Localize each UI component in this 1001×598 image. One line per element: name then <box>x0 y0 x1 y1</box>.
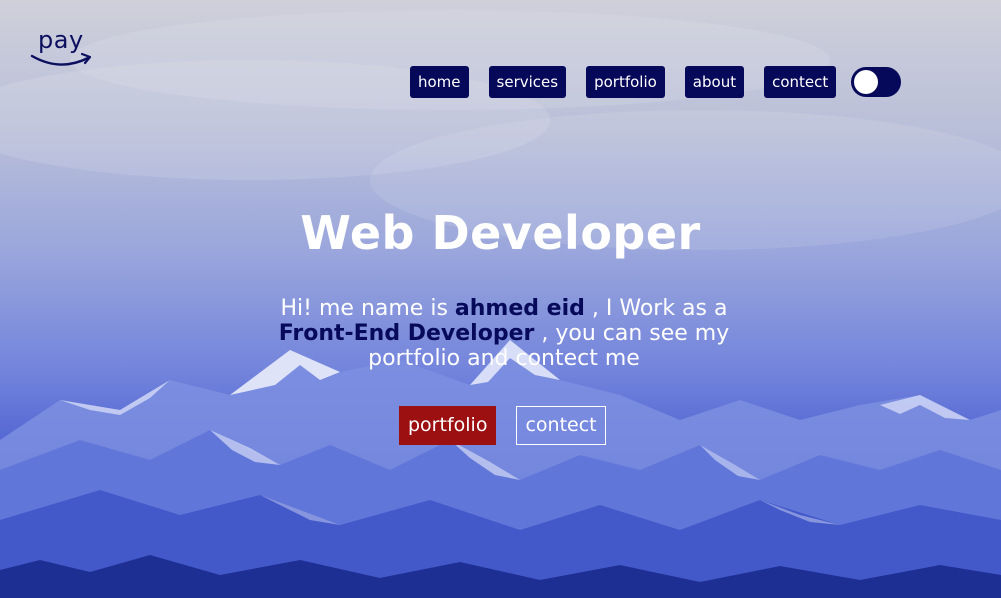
intro-role: Front-End Developer <box>278 321 535 346</box>
main-nav: home services portfolio about contect <box>410 66 902 98</box>
hero-section: pay home services portfolio about contec… <box>0 0 1001 598</box>
nav-item-contect[interactable]: contect <box>764 66 837 98</box>
cta-buttons: portfolio contect <box>399 406 606 445</box>
nav-item-home[interactable]: home <box>410 66 469 98</box>
pay-logo[interactable]: pay <box>30 26 94 76</box>
page-title: Web Developer <box>300 206 701 260</box>
intro-name: ahmed eid <box>454 296 585 321</box>
theme-toggle[interactable] <box>851 67 902 97</box>
toggle-knob <box>854 70 879 94</box>
intro-part-1: Hi! me name is <box>280 296 455 321</box>
nav-item-services[interactable]: services <box>488 66 567 98</box>
nav-item-portfolio[interactable]: portfolio <box>586 66 665 98</box>
nav-item-about[interactable]: about <box>684 66 745 98</box>
portfolio-button[interactable]: portfolio <box>399 406 497 445</box>
smile-arrow-icon <box>30 52 92 66</box>
intro-text: Hi! me name is ahmed eid , I Work as a F… <box>250 296 758 371</box>
contect-button[interactable]: contect <box>516 406 606 445</box>
intro-part-2: , I Work as a <box>584 296 728 321</box>
